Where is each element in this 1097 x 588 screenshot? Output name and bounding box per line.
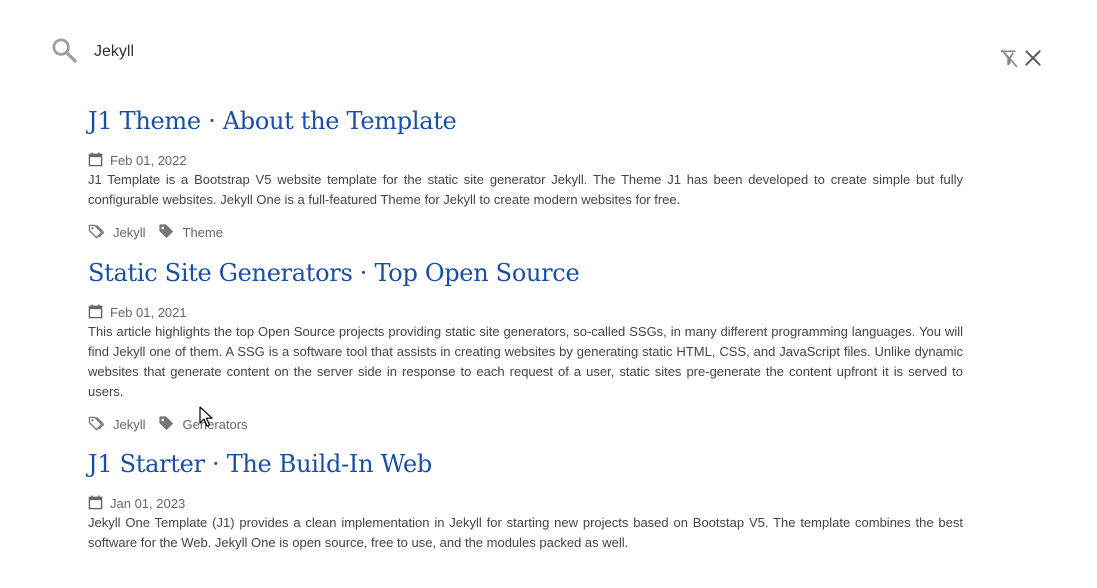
result-tag-link[interactable]: Jekyll bbox=[113, 417, 146, 432]
calendar-icon bbox=[88, 151, 103, 166]
search-input[interactable] bbox=[94, 40, 944, 64]
search-results-list: J1 Theme · About the Template Feb 01, 20… bbox=[88, 104, 963, 553]
result-date: Jan 01, 2023 bbox=[88, 493, 963, 513]
calendar-icon bbox=[88, 303, 103, 318]
result-tag-link[interactable]: Jekyll bbox=[113, 225, 146, 240]
result-description: Jekyll One Template (J1) provides a clea… bbox=[88, 515, 963, 550]
result-date: Feb 01, 2021 bbox=[88, 302, 963, 322]
result-category-link[interactable]: Generators bbox=[183, 417, 248, 432]
result-category-link[interactable]: Theme bbox=[183, 225, 223, 240]
calendar-icon bbox=[88, 494, 103, 509]
close-icon[interactable] bbox=[1023, 48, 1043, 68]
search-result: J1 Theme · About the Template Feb 01, 20… bbox=[88, 104, 963, 256]
result-description: J1 Template is a Bootstrap V5 website te… bbox=[88, 172, 963, 207]
result-description: This article highlights the top Open Sou… bbox=[88, 324, 963, 399]
search-icon[interactable] bbox=[50, 36, 78, 64]
result-date-text: Jan 01, 2023 bbox=[110, 495, 186, 511]
result-title-link[interactable]: J1 Starter · The Build-In Web bbox=[88, 447, 963, 481]
tag-filled-icon bbox=[158, 223, 173, 238]
tags-outline-icon bbox=[88, 224, 105, 238]
clear-filter-icon[interactable] bbox=[999, 48, 1019, 68]
search-result: J1 Starter · The Build-In Web Jan 01, 20… bbox=[88, 447, 963, 553]
result-date: Feb 01, 2022 bbox=[88, 150, 963, 170]
mouse-cursor-icon bbox=[199, 406, 213, 427]
search-bar bbox=[0, 0, 1097, 100]
result-tags: Jekyll Theme bbox=[88, 222, 963, 242]
tag-filled-icon bbox=[158, 415, 173, 430]
tags-outline-icon bbox=[88, 416, 105, 430]
result-title-link[interactable]: Static Site Generators · Top Open Source bbox=[88, 256, 963, 290]
result-date-text: Feb 01, 2021 bbox=[110, 304, 187, 320]
search-result: Static Site Generators · Top Open Source… bbox=[88, 256, 963, 447]
result-tags: Jekyll Generators bbox=[88, 414, 963, 434]
result-date-text: Feb 01, 2022 bbox=[110, 152, 187, 168]
result-title-link[interactable]: J1 Theme · About the Template bbox=[88, 104, 963, 138]
